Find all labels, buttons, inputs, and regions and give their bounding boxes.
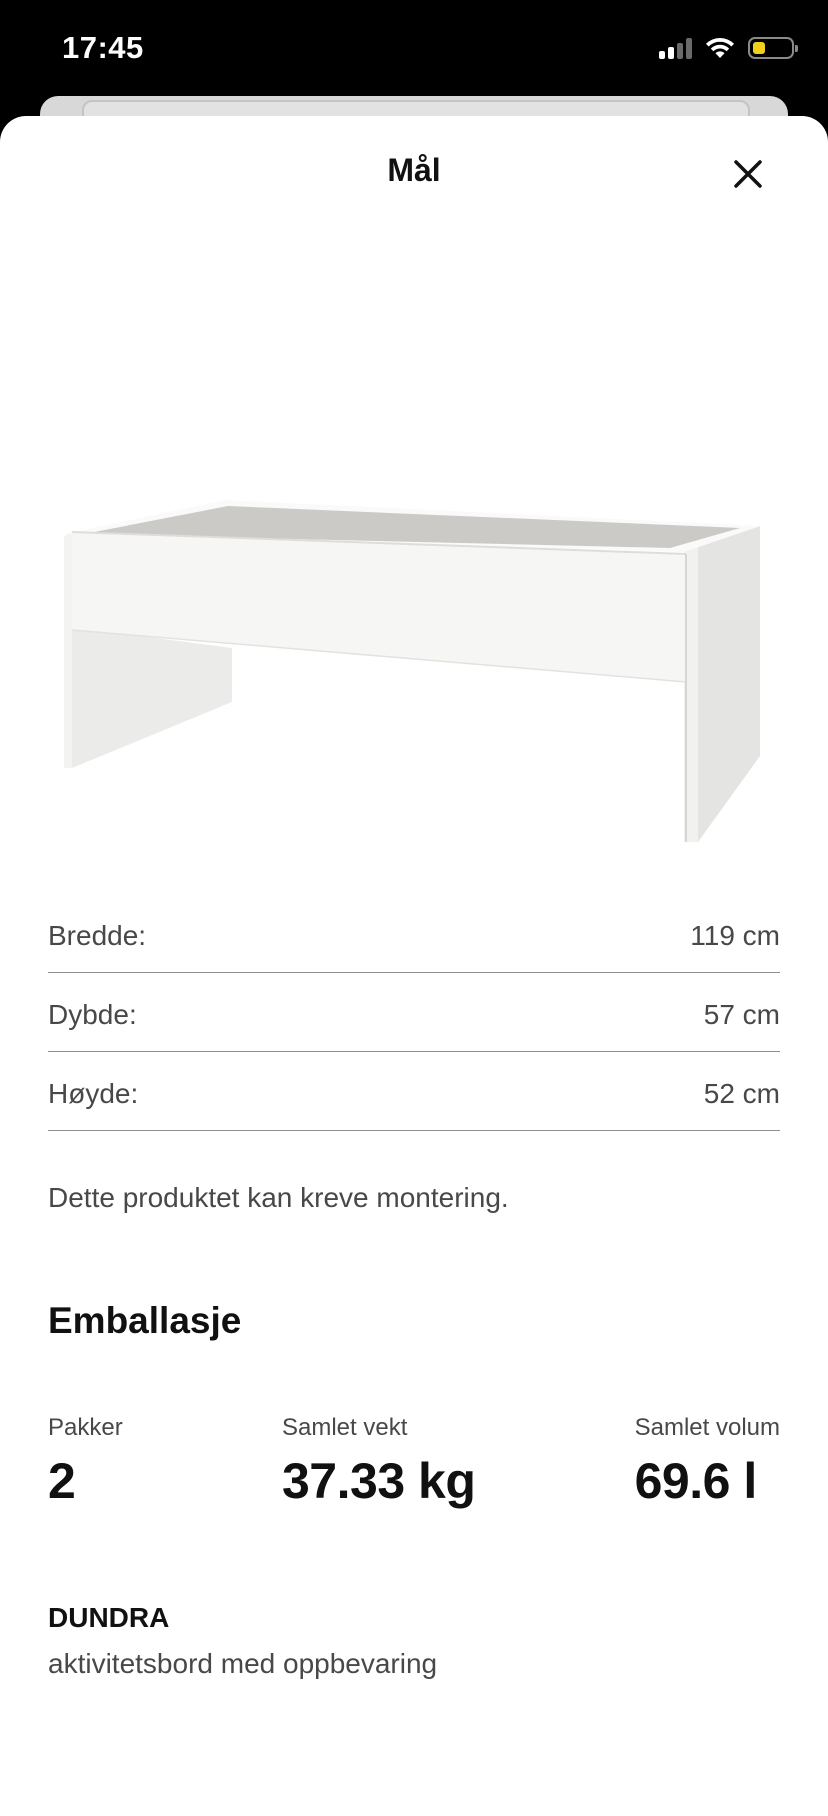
close-button[interactable] (722, 148, 774, 200)
dimension-row-height: Høyde: 52 cm (48, 1052, 780, 1131)
cellular-signal-icon (659, 37, 692, 59)
battery-icon (748, 37, 798, 59)
stat-label: Samlet vekt (282, 1414, 408, 1441)
dimension-label: Dybde: (48, 999, 137, 1030)
wifi-icon (706, 38, 734, 58)
battery-level (753, 42, 765, 54)
status-bar: 17:45 (0, 0, 828, 100)
dimension-value: 119 cm (690, 920, 780, 951)
close-icon (734, 160, 762, 188)
stat-packages: Pakker 2 (48, 1414, 123, 1510)
packaging-stats: Pakker 2 Samlet vekt 37.33 kg Samlet vol… (48, 1414, 780, 1524)
status-time: 17:45 (62, 30, 144, 65)
dimension-value: 57 cm (703, 999, 780, 1030)
packaging-heading: Emballasje (48, 1300, 242, 1341)
dimension-label: Bredde: (48, 920, 147, 951)
stat-total-volume: Samlet volum 69.6 l (635, 1414, 780, 1510)
sheet-header: Mål (0, 116, 828, 226)
dimensions-list: Bredde: 119 cm Dybde: 57 cm Høyde: 52 cm (48, 894, 780, 1131)
dimension-value: 52 cm (703, 1078, 780, 1109)
sheet-title: Mål (387, 152, 441, 188)
assembly-note: Dette produktet kan kreve montering. (48, 1182, 509, 1213)
stat-value: 69.6 l (634, 1453, 758, 1509)
dimension-row-width: Bredde: 119 cm (48, 894, 780, 973)
product-description: aktivitetsbord med oppbevaring (48, 1648, 438, 1679)
status-icons (659, 36, 798, 60)
dimensions-sheet: Mål Bredde: 119 cm Dybde: 57 cm Høyde: 5… (0, 116, 828, 1816)
stat-label: Pakker (48, 1414, 123, 1441)
dimension-label: Høyde: (48, 1078, 139, 1109)
stat-value: 37.33 kg (282, 1453, 476, 1509)
stat-value: 2 (48, 1453, 76, 1509)
dimension-row-depth: Dybde: 57 cm (48, 973, 780, 1052)
stat-total-weight: Samlet vekt 37.33 kg (282, 1414, 476, 1510)
product-name: DUNDRA (48, 1602, 170, 1633)
stat-label: Samlet volum (634, 1414, 780, 1441)
product-image (64, 500, 760, 842)
